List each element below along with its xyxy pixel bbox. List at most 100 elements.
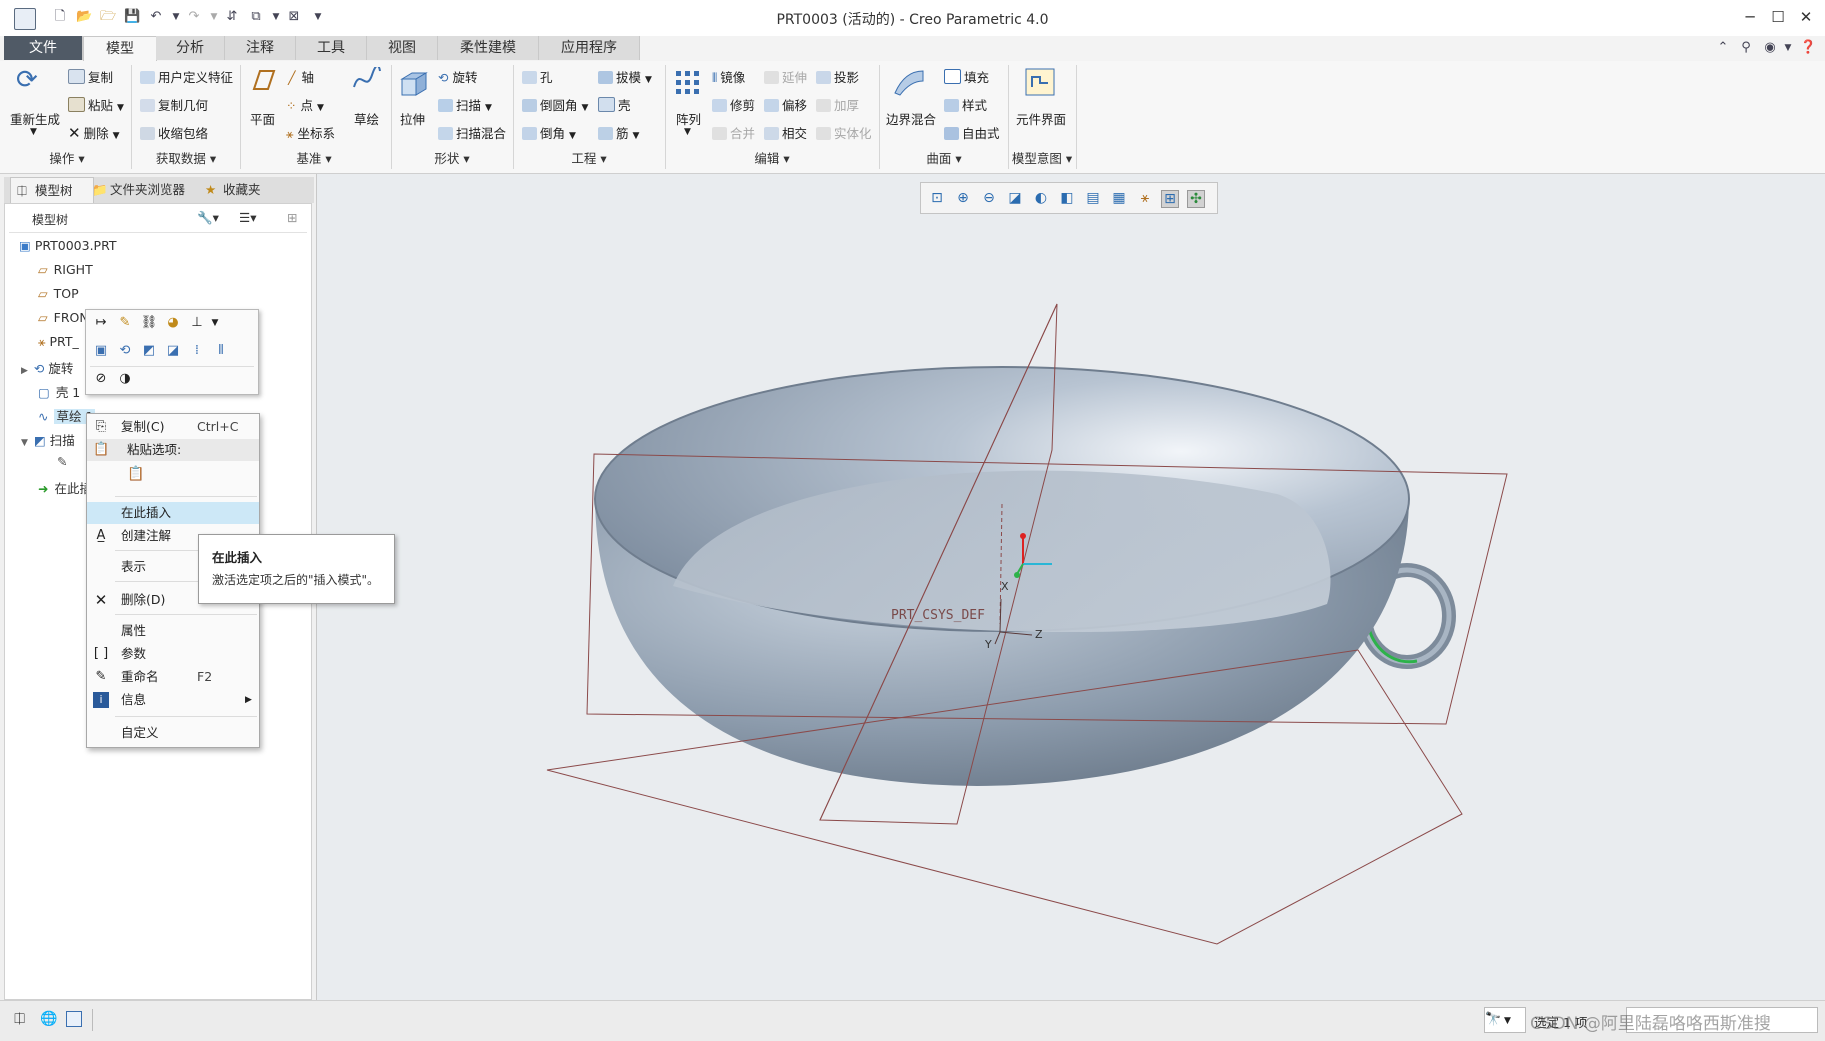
group-model-intent[interactable]: 模型意图 ▾: [1009, 149, 1075, 169]
tab-analysis[interactable]: 分析: [156, 36, 225, 60]
paste-button[interactable]: 粘贴 ▼: [68, 95, 124, 114]
swept-blend-button[interactable]: 扫描混合: [438, 123, 506, 142]
group-shape[interactable]: 形状 ▾: [392, 149, 512, 169]
solidify-button[interactable]: 实体化: [816, 123, 872, 142]
draft-button[interactable]: 拔模 ▼: [598, 67, 652, 86]
tree-columns-icon[interactable]: ☰▾: [239, 210, 256, 225]
hide-icon[interactable]: ◑: [116, 370, 134, 388]
menu-item-properties[interactable]: 属性: [87, 620, 259, 642]
pattern-icon[interactable]: ⁞: [188, 342, 206, 360]
delete-button[interactable]: ✕ 删除 ▼: [68, 123, 120, 142]
group-datum[interactable]: 基准 ▾: [242, 149, 386, 169]
fill-button[interactable]: 填充: [944, 67, 989, 86]
tree-item-csys[interactable]: ⚹ PRT_: [38, 334, 79, 350]
zoom-out-icon[interactable]: ⊖: [981, 190, 997, 206]
tab-annotate[interactable]: 注释: [225, 36, 296, 60]
intersect-button[interactable]: 相交: [764, 123, 807, 142]
regenerate-dropdown-icon[interactable]: ▼: [30, 127, 37, 137]
plane-icon[interactable]: [248, 69, 276, 93]
view-manager-icon[interactable]: ▦: [1111, 190, 1127, 206]
datum-display-icon[interactable]: ⚹: [1137, 190, 1153, 206]
freestyle-button[interactable]: 自由式: [944, 123, 1000, 142]
help-icon[interactable]: ❓: [1800, 40, 1816, 56]
csys-button[interactable]: ⚹ 坐标系: [286, 123, 335, 142]
regenerate-icon[interactable]: ⟳: [16, 65, 48, 101]
find-button[interactable]: 🔭 ▼: [1484, 1007, 1526, 1033]
collapse-icon[interactable]: ▼: [21, 438, 28, 448]
menu-item-rename[interactable]: ✎ 重命名 F2: [87, 666, 259, 688]
spin-center-icon[interactable]: ✣: [1187, 190, 1205, 208]
saved-views-icon[interactable]: ▤: [1085, 190, 1101, 206]
round-button[interactable]: 倒圆角 ▼: [522, 95, 588, 114]
hierarchy-icon[interactable]: ⊥: [188, 314, 206, 332]
edit-dimensions-icon[interactable]: ↦: [92, 314, 110, 332]
menu-item-customize[interactable]: 自定义: [87, 722, 259, 744]
tree-item-insert-here[interactable]: ➜ 在此插: [38, 478, 92, 497]
style-button[interactable]: 样式: [944, 95, 987, 114]
refit-icon[interactable]: ⊡: [929, 190, 945, 206]
group-edit[interactable]: 编辑 ▾: [666, 149, 878, 169]
rib-button[interactable]: 筋 ▼: [598, 123, 639, 142]
tree-settings-icon[interactable]: 🔧▾: [197, 210, 219, 226]
chamfer-button[interactable]: 倒角 ▼: [522, 123, 576, 142]
group-operations[interactable]: 操作 ▾: [4, 149, 130, 169]
browser-icon[interactable]: 🌐: [40, 1011, 57, 1027]
tab-applications[interactable]: 应用程序: [539, 36, 640, 60]
extrude-icon[interactable]: ▣: [92, 342, 110, 360]
tree-item-shell[interactable]: ▢ 壳 1: [38, 382, 80, 401]
close-button[interactable]: ✕: [1792, 6, 1820, 28]
sweep-button[interactable]: 扫描 ▼: [438, 95, 492, 114]
mirror-icon[interactable]: ⫴: [212, 342, 230, 360]
community-icon[interactable]: ◉: [1762, 40, 1778, 56]
shrinkwrap-button[interactable]: 收缩包络: [140, 123, 208, 142]
mirror-button[interactable]: ⫴ 镜像: [712, 67, 745, 86]
tab-flexible-modeling[interactable]: 柔性建模: [438, 36, 539, 60]
maximize-button[interactable]: ☐: [1764, 6, 1792, 28]
plane-button[interactable]: 平面: [250, 109, 275, 128]
sweep-icon[interactable]: ◩: [140, 342, 158, 360]
offset-button[interactable]: 偏移: [764, 95, 807, 114]
tab-view[interactable]: 视图: [367, 36, 438, 60]
hierarchy-dropdown-icon[interactable]: ▼: [206, 314, 224, 332]
merge-button[interactable]: 合并: [712, 123, 755, 142]
repaint-icon[interactable]: ◪: [1007, 190, 1023, 206]
thicken-button[interactable]: 加厚: [816, 95, 859, 114]
appearance-icon[interactable]: ◕: [164, 314, 182, 332]
group-surfaces[interactable]: 曲面 ▾: [880, 149, 1008, 169]
regenerate-button[interactable]: 重新生成: [10, 109, 60, 128]
sketch-icon[interactable]: [352, 64, 382, 93]
swept-blend-icon[interactable]: ◪: [164, 342, 182, 360]
revolve-button[interactable]: ⟲ 旋转: [438, 67, 478, 86]
component-interface-button[interactable]: 元件界面: [1016, 109, 1066, 128]
tree-item-sweep-sketch[interactable]: ✎: [57, 454, 67, 469]
axis-button[interactable]: ╱ 轴: [288, 67, 314, 86]
tree-item-revolve[interactable]: ▶ ⟲ 旋转: [21, 358, 73, 377]
collapse-ribbon-icon[interactable]: ⌃: [1715, 40, 1731, 56]
tab-folder-browser[interactable]: 📁 文件夹浏览器: [86, 177, 210, 203]
menu-item-parameters[interactable]: [ ] 参数: [87, 643, 259, 665]
menu-item-insert-here[interactable]: 在此插入: [87, 502, 259, 524]
graphics-viewport[interactable]: PRT_CSYS_DEF X Y Z: [316, 174, 1825, 1000]
full-screen-icon[interactable]: [66, 1011, 82, 1027]
minimize-button[interactable]: ─: [1736, 6, 1764, 28]
group-get-data[interactable]: 获取数据 ▾: [132, 149, 240, 169]
extrude-button[interactable]: 拉伸: [400, 109, 425, 128]
annotation-display-icon[interactable]: ⊞: [1161, 190, 1179, 208]
tab-model-tree[interactable]: ⎅ 模型树: [10, 177, 94, 204]
sketch-button[interactable]: 草绘: [354, 109, 379, 128]
pattern-icon[interactable]: [674, 69, 702, 97]
community-dropdown-icon[interactable]: ▼: [1780, 40, 1796, 56]
suppress-icon[interactable]: ⊘: [92, 370, 110, 388]
tree-item-root[interactable]: ▣ PRT0003.PRT: [19, 238, 117, 253]
edit-definition-icon[interactable]: ✎: [116, 314, 134, 332]
tab-model[interactable]: 模型: [83, 36, 157, 62]
tree-filter-icon[interactable]: ⊞: [287, 210, 297, 225]
edit-references-icon[interactable]: ⛓: [140, 314, 158, 332]
tree-item-sweep[interactable]: ▼ ◩ 扫描: [21, 430, 75, 449]
udf-button[interactable]: 用户定义特征: [140, 67, 233, 86]
menu-item-copy[interactable]: ⎘ 复制(C) Ctrl+C: [87, 416, 259, 438]
point-button[interactable]: ⁘ 点 ▼: [286, 95, 324, 114]
tree-item-front[interactable]: ▱ FRON: [38, 310, 89, 325]
perspective-icon[interactable]: ◐: [1033, 190, 1049, 206]
boundary-blend-icon[interactable]: [892, 67, 926, 97]
